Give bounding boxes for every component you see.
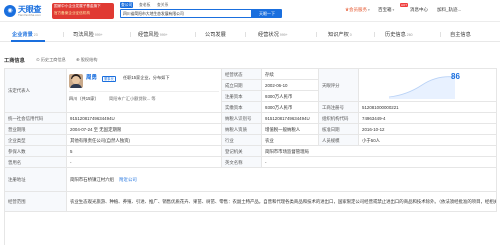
promo-line2: 官方备案企业征信机构	[54, 11, 90, 15]
reg-capital-value: 9300万人民币	[262, 91, 319, 102]
tab-company-development[interactable]: 公司发展	[205, 31, 227, 38]
structure-icon: ⊕	[76, 57, 80, 62]
search-tab-boss[interactable]: 查老板	[138, 2, 151, 8]
legal-rep-tag: 董事长	[102, 76, 116, 82]
chevron-down-icon: ▾	[367, 8, 370, 12]
search-button[interactable]: 天眼一下	[252, 9, 282, 18]
score-cell[interactable]: 86	[359, 69, 497, 102]
tianyancha-logo[interactable]: ◉ 天眼查 TianYanCha.com	[4, 4, 49, 18]
nearby-companies-link[interactable]: 附近公司	[119, 177, 137, 182]
business-scope-label: 经营范围	[5, 192, 67, 212]
authority-label: 登记机关	[222, 146, 262, 157]
legal-rep-label: 法定代表人	[5, 69, 67, 113]
staff-size-label: 人员规模	[319, 135, 359, 146]
org-code-label: 组织机构代码	[319, 113, 359, 124]
english-name-label: 英文名称	[222, 157, 262, 168]
tab-divider	[316, 32, 317, 37]
status-value: 存续	[262, 69, 319, 80]
business-scope-value: 农业生态观光旅游、种植、养殖、引进、推广、销售优质花卉、果苗、树苗、零售：农副土…	[67, 192, 497, 212]
reg-no-value: 512081000000221	[359, 102, 497, 113]
tab-self-info[interactable]: 自主信息	[450, 31, 472, 38]
message-center-link[interactable]: 消息中心	[410, 7, 428, 13]
company-type-label: 企业类型	[5, 135, 67, 146]
section-tabs: 企业背景23 司法风险999+ 经营风险999+ 公司发展 经营状况999+ 知…	[0, 28, 500, 42]
tax-id-label: 纳税人识别号	[222, 113, 262, 124]
legal-rep-location-detail[interactable]: 简阳市广汇小额贷款... 等	[109, 96, 156, 102]
tab-judicial-risk[interactable]: 司法风险999+	[73, 31, 103, 38]
approval-date-label: 核准日期	[319, 124, 359, 135]
former-name-label: 曾用名	[5, 157, 67, 168]
former-name-value: -	[67, 157, 222, 168]
promo-banner[interactable]: 国家中小企业发展子基金旗下 官方备案企业征信机构	[52, 3, 114, 19]
legal-rep-roles: 任职15家企业，分布如下	[123, 75, 170, 80]
tab-intellectual-property[interactable]: 知识产权0	[328, 31, 352, 38]
legal-rep-cell: 周勇 董事长 任职15家企业，分布如下 四川（共15家） 简阳市广汇小额贷款..…	[67, 69, 222, 113]
taxpayer-value: 增值税一般纳税人	[262, 124, 319, 135]
approval-date-value: 2016-10-12	[359, 124, 497, 135]
tab-divider	[374, 32, 375, 37]
tab-divider	[130, 32, 131, 37]
search-input[interactable]: 四川省简阳市大地生态发展有限公司	[120, 9, 252, 18]
tab-business-status[interactable]: 经营状况999+	[258, 31, 288, 38]
paid-capital-value: 9300万人民币	[262, 102, 319, 113]
tab-divider	[63, 32, 64, 37]
active-tab-indicator	[11, 40, 45, 42]
logo-eye-icon: ◉	[4, 5, 16, 17]
score-chart-graphic	[388, 76, 456, 99]
score-value: 86	[451, 72, 460, 81]
business-term-value: 2004-07-24 至 无固定期限	[67, 124, 222, 135]
reg-no-label: 工商注册号	[319, 102, 359, 113]
equity-structure-link[interactable]: ⊕ 股权结构	[76, 57, 97, 63]
divider	[69, 91, 219, 92]
section-title: 工商信息	[4, 58, 25, 64]
history-business-info-link[interactable]: ⊙ 历史工商信息	[36, 57, 66, 63]
tab-divider	[440, 32, 441, 37]
search-tab-relation[interactable]: 查关系	[156, 2, 169, 8]
address-label: 注册地址	[5, 168, 67, 192]
top-header: ◉ 天眼查 TianYanCha.com 国家中小企业发展子基金旗下 官方备案企…	[0, 0, 500, 22]
paid-capital-label: 实缴资本	[222, 102, 262, 113]
hot-badge: HOT	[400, 3, 408, 7]
reg-capital-label: 注册资本	[222, 91, 262, 102]
chevron-down-icon: ▾	[391, 8, 395, 12]
authority-value: 简阳市市场监督管理局	[262, 146, 497, 157]
business-info-table: 法定代表人 周勇 董事长 任职15家企业，分布如下 四川（共15家） 简阳市广汇…	[4, 68, 497, 245]
search-tab-company[interactable]: 查公司	[120, 2, 134, 8]
status-label: 经营状态	[222, 69, 262, 80]
avatar[interactable]	[69, 74, 83, 88]
est-date-label: 成立日期	[222, 80, 262, 91]
tab-divider	[245, 32, 246, 37]
address-value: 简阳市石桥镇江村六组	[70, 177, 114, 182]
english-name-value: -	[262, 157, 497, 168]
tab-divider	[195, 32, 196, 37]
credit-code-value: 91512081749634494U	[67, 113, 222, 124]
industry-label: 行业	[222, 135, 262, 146]
credit-code-label: 统一社会信用代码	[5, 113, 67, 124]
company-type-value: 其他有限责任公司(自然人独资)	[67, 135, 222, 146]
insured-count-value: 5	[67, 146, 222, 157]
tax-id-value: 91512081749634494U	[262, 113, 319, 124]
promo-line1: 国家中小企业发展子基金旗下	[54, 4, 101, 8]
toolbox-link[interactable]: 百宝箱 ▾	[378, 7, 394, 13]
history-icon: ⊙	[36, 57, 40, 62]
address-cell: 简阳市石桥镇江村六组 附近公司	[67, 168, 497, 192]
industry-value: 农业	[262, 135, 319, 146]
search-input-value: 四川省简阳市大地生态发展有限公司	[123, 12, 184, 16]
org-code-value: 74963449-4	[359, 113, 497, 124]
tab-history[interactable]: 历史信息260	[385, 31, 413, 38]
logo-url: TianYanCha.com	[18, 13, 41, 17]
vip-service-link[interactable]: ♛会员服务 ▾	[345, 7, 370, 13]
user-menu[interactable]: 加料_轨迹...	[437, 7, 461, 13]
legal-rep-name[interactable]: 周勇	[86, 75, 97, 82]
taxpayer-label: 纳税人资质	[222, 124, 262, 135]
est-date-value: 2002-06-10	[262, 80, 319, 91]
staff-size-value: 小于50人	[359, 135, 497, 146]
business-term-label: 营业期限	[5, 124, 67, 135]
insured-count-label: 参保人数	[5, 146, 67, 157]
tab-enterprise-background[interactable]: 企业背景23	[12, 31, 38, 38]
legal-rep-location[interactable]: 四川（共15家）	[69, 96, 99, 102]
score-label: 天眼评分	[319, 69, 359, 102]
tab-operational-risk[interactable]: 经营风险999+	[138, 31, 168, 38]
